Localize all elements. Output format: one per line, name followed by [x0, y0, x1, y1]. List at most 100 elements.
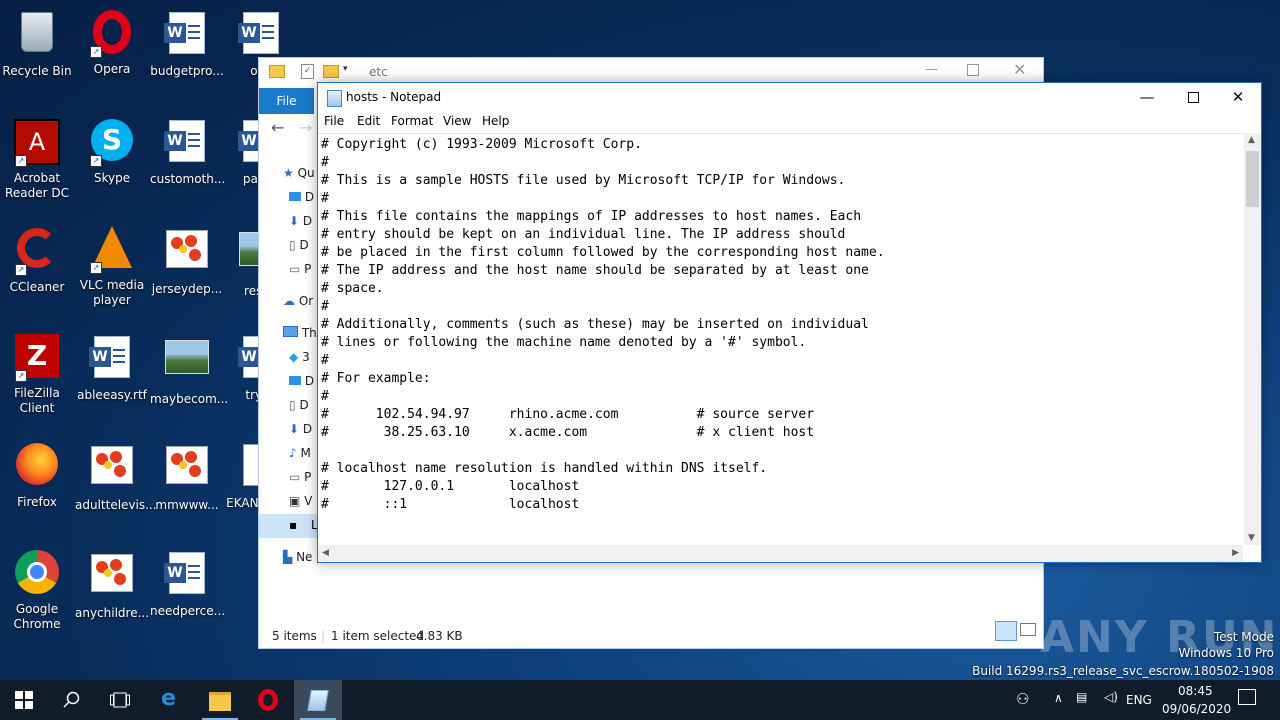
nav-onedrive[interactable]: ☁ Or — [283, 294, 313, 308]
desktop-icon-ableeasy[interactable]: ableeasy.rtf — [75, 332, 149, 403]
image-file-icon — [88, 554, 136, 602]
horizontal-scrollbar[interactable]: ◀ ▶ — [318, 545, 1243, 562]
volume-icon[interactable]: ◁) — [1104, 690, 1118, 704]
nav-item[interactable]: ▯ D — [289, 238, 309, 252]
nav-quick-access[interactable]: ★ Qu — [283, 166, 315, 180]
nav-network[interactable]: ▙ Ne — [283, 550, 312, 564]
windows-build-label: Build 16299.rs3_release_svc_escrow.18050… — [972, 664, 1274, 678]
minimize-button[interactable]: — — [1124, 83, 1170, 112]
task-view-button[interactable] — [96, 680, 144, 720]
nav-item[interactable]: D — [289, 190, 314, 204]
desktop-folder-icon — [289, 376, 301, 385]
image-file-icon — [163, 230, 211, 278]
details-view-button[interactable] — [995, 621, 1017, 641]
vlc-cone-icon: ↗ — [88, 226, 136, 274]
document-icon: ▯ — [289, 398, 296, 412]
skype-icon: S ↗ — [88, 119, 136, 167]
photo-file-icon — [163, 340, 211, 388]
nav-item[interactable]: ▭ P — [289, 470, 311, 484]
desktop-icon-ccleaner[interactable]: ↗ CCleaner — [0, 224, 74, 295]
windows-edition-label: Windows 10 Pro — [1178, 646, 1274, 660]
action-center-icon[interactable] — [1238, 689, 1256, 705]
nav-item[interactable]: ▣ V — [289, 494, 312, 508]
drive-icon: ▪ — [289, 518, 298, 532]
scroll-left-arrow-icon[interactable]: ◀ — [322, 548, 329, 558]
qat-dropdown-icon[interactable]: ▾ — [343, 64, 348, 74]
nav-item[interactable]: ♪ M — [289, 446, 311, 460]
maximize-button[interactable] — [1170, 83, 1216, 112]
vertical-scroll-thumb[interactable] — [1246, 151, 1259, 207]
menu-edit[interactable]: Edit — [357, 114, 380, 128]
scroll-right-arrow-icon[interactable]: ▶ — [1232, 548, 1239, 558]
menu-help[interactable]: Help — [482, 114, 509, 128]
menu-file[interactable]: File — [324, 114, 344, 128]
scroll-up-arrow-icon[interactable]: ▲ — [1248, 135, 1255, 145]
nav-item[interactable]: D — [289, 374, 314, 388]
desktop-icon-opera[interactable]: ↗ Opera — [75, 8, 149, 77]
desktop-icon-chrome[interactable]: Google Chrome — [0, 548, 74, 632]
forward-arrow-icon[interactable]: → — [299, 118, 312, 137]
desktop-icon-budgetpro[interactable]: budgetpro... — [150, 8, 224, 79]
new-folder-icon[interactable] — [323, 65, 339, 78]
clock-time[interactable]: 08:45 — [1178, 684, 1213, 698]
desktop-icon-maybecom[interactable]: maybecom... — [150, 332, 228, 407]
desktop-icon-skype[interactable]: S ↗ Skype — [75, 116, 149, 186]
acrobat-icon: A ↗ — [13, 119, 61, 167]
nav-item[interactable]: ▭ P — [289, 262, 311, 276]
explorer-minimize-button[interactable]: — — [925, 62, 938, 77]
input-language[interactable]: ENG — [1126, 693, 1152, 707]
hosts-file-content[interactable]: # Copyright (c) 1993-2009 Microsoft Corp… — [318, 134, 1243, 514]
clock-date[interactable]: 09/06/2020 — [1162, 702, 1231, 716]
explorer-maximize-button[interactable] — [967, 64, 979, 76]
desktop-icon-acrobat[interactable]: A ↗ Acrobat Reader DC — [0, 116, 74, 201]
close-button[interactable]: ✕ — [1215, 83, 1261, 112]
text-editor-area[interactable]: # Copyright (c) 1993-2009 Microsoft Corp… — [318, 133, 1243, 546]
desktop-icon-vlc[interactable]: ↗ VLC media player — [75, 224, 149, 308]
nav-local-disk-selected[interactable]: ▪ L — [259, 514, 318, 538]
notepad-window[interactable]: hosts - Notepad — ✕ File Edit Format Vie… — [317, 82, 1262, 563]
nav-item[interactable]: ⬇ D — [289, 422, 312, 436]
pictures-icon: ▭ — [289, 262, 301, 276]
desktop-icon-filezilla[interactable]: Z ↗ FileZilla Client — [0, 332, 74, 416]
search-button[interactable] — [48, 680, 96, 720]
back-arrow-icon[interactable]: ← — [271, 118, 284, 137]
download-arrow-icon: ⬇ — [289, 214, 300, 228]
star-icon: ★ — [283, 166, 294, 180]
taskbar-notepad[interactable] — [294, 680, 342, 720]
menu-view[interactable]: View — [443, 114, 471, 128]
cloud-icon: ☁ — [283, 294, 295, 308]
large-icons-view-button[interactable] — [1020, 623, 1036, 636]
taskbar-edge[interactable]: e — [148, 680, 196, 720]
desktop-icon-mmwww[interactable]: mmwww... — [150, 440, 224, 513]
show-hidden-icons-chevron-icon[interactable]: ∧ — [1054, 691, 1063, 705]
nav-this-pc[interactable]: Th — [283, 326, 317, 340]
desktop-icon-customoth[interactable]: customoth... — [150, 116, 225, 187]
taskbar: e ⚇ ∧ ▤ ◁) ENG 08:45 09/06/2020 — [0, 680, 1280, 720]
explorer-close-button[interactable]: ✕ — [1013, 60, 1026, 79]
explorer-statusbar: 5 items | 1 item selected 4.83 KB — [259, 621, 1043, 648]
nav-item[interactable]: ⬇ D — [289, 214, 312, 228]
nav-item[interactable]: ◆ 3 — [289, 350, 310, 364]
firefox-icon — [13, 443, 61, 491]
notepad-titlebar[interactable]: hosts - Notepad — ✕ — [318, 83, 1261, 112]
desktop-icon-adulttelevis[interactable]: adulttelevis... — [75, 440, 157, 513]
people-icon[interactable]: ⚇ — [1016, 690, 1029, 708]
menu-format[interactable]: Format — [391, 114, 433, 128]
taskbar-file-explorer[interactable] — [196, 680, 244, 720]
desktop-icon-needperce[interactable]: needperce... — [150, 548, 225, 619]
explorer-file-tab[interactable]: File — [259, 88, 314, 114]
vertical-scrollbar[interactable]: ▲ ▼ — [1244, 133, 1261, 545]
scroll-down-arrow-icon[interactable]: ▼ — [1248, 533, 1255, 543]
3d-objects-icon: ◆ — [289, 350, 299, 364]
notepad-menubar: File Edit Format View Help — [318, 112, 1261, 132]
desktop-icon-anychildre[interactable]: anychildre... — [75, 548, 149, 621]
taskbar-opera[interactable] — [244, 680, 292, 720]
desktop-icon-jerseydep[interactable]: jerseydep... — [150, 224, 224, 297]
chrome-icon — [13, 550, 61, 598]
properties-icon[interactable]: ✓ — [301, 64, 314, 79]
network-warning-icon[interactable]: ▤ — [1076, 690, 1087, 704]
desktop-icon-firefox[interactable]: Firefox — [0, 440, 74, 510]
nav-item[interactable]: ▯ D — [289, 398, 309, 412]
start-button[interactable] — [0, 680, 48, 720]
desktop-icon-recycle-bin[interactable]: Recycle Bin — [0, 8, 74, 79]
